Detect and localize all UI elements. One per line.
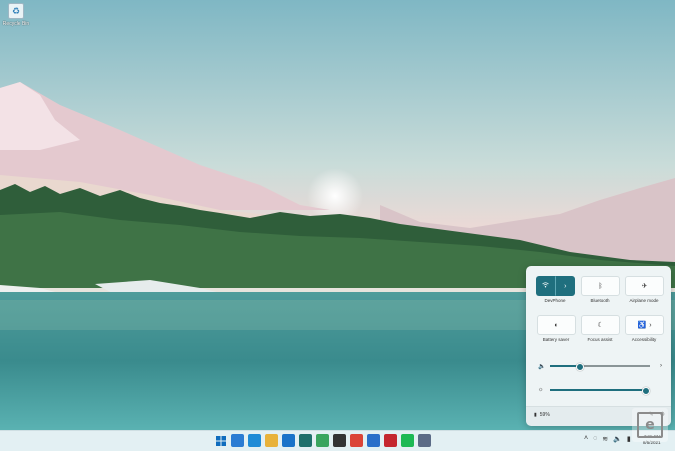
start-icon[interactable] [214, 434, 227, 447]
airplane-mode-tile-label: Airplane mode [629, 298, 659, 303]
battery-percent: 59% [539, 412, 550, 418]
bluetooth-icon: ᛒ [598, 282, 603, 290]
battery-saver-icon: ◐ [554, 321, 559, 329]
widgets-icon[interactable] [231, 434, 244, 447]
blue-app-icon[interactable] [367, 434, 380, 447]
volume-tray-icon[interactable]: 🔈 [613, 435, 622, 443]
teal-app-icon[interactable] [299, 434, 312, 447]
airplane-icon: ✈ [641, 283, 648, 290]
focus-assist-tile[interactable]: ☾ [581, 315, 620, 335]
brightness-slider-thumb[interactable] [642, 386, 650, 395]
wifi-expand-button[interactable]: › [555, 276, 575, 296]
settings-app-icon[interactable] [418, 434, 431, 447]
volume-slider-thumb[interactable] [576, 362, 584, 371]
edge-icon[interactable] [248, 434, 261, 447]
accessibility-tile[interactable]: ♿ › [625, 315, 664, 335]
wifi-tile[interactable]: › [536, 276, 575, 296]
logo-mark: e [637, 412, 663, 438]
wifi-tile-label: DevPhone [544, 298, 566, 303]
green-app-icon[interactable] [316, 434, 329, 447]
wifi-toggle[interactable] [536, 276, 556, 296]
speaker-icon: 🔈 [538, 363, 546, 370]
battery-tray-icon[interactable]: ▮ [627, 435, 631, 443]
wifi-icon [542, 282, 550, 290]
recycle-bin-label: Recycle Bin [2, 21, 30, 27]
bluetooth-tile-label: Bluetooth [590, 298, 610, 303]
moon-icon: ☾ [597, 322, 604, 329]
battery-icon: ▮ [534, 412, 537, 418]
taskbar-apps [214, 434, 431, 447]
recycle-bin-icon: ♻ [8, 3, 24, 19]
red-app-icon[interactable] [384, 434, 397, 447]
accessibility-tile-label: Accessibility [631, 337, 657, 342]
brightness-slider-fill [550, 389, 646, 391]
airplane-mode-tile[interactable]: ✈ [625, 276, 664, 296]
chevron-up-icon[interactable]: ˄ [584, 435, 588, 443]
focus-assist-tile-label: Focus assist [587, 337, 613, 342]
quick-settings-panel: › DevPhone ᛒ Bluetooth ✈ Airplane mode ◐… [526, 266, 671, 426]
spotify-icon[interactable] [401, 434, 414, 447]
battery-status[interactable]: ▮ 59% [534, 412, 550, 418]
store-icon[interactable] [333, 434, 346, 447]
brightness-icon: ☼ [538, 387, 544, 393]
chrome-icon[interactable] [350, 434, 363, 447]
wifi-tray-icon[interactable]: ≋ [602, 435, 608, 443]
accessibility-icon: ♿ [637, 322, 647, 329]
brightness-slider-row: ☼ [538, 385, 662, 395]
volume-slider-row: 🔈 › [538, 361, 662, 371]
recycle-bin-shortcut[interactable]: ♻ Recycle Bin [2, 3, 30, 27]
network-icon[interactable]: ◌ [593, 435, 597, 443]
file-explorer-icon[interactable] [265, 434, 278, 447]
bluetooth-tile[interactable]: ᛒ [581, 276, 620, 296]
chevron-right-icon: › [564, 282, 567, 290]
brightness-slider[interactable] [550, 386, 650, 395]
volume-slider[interactable] [550, 362, 650, 371]
audio-output-chevron-icon[interactable]: › [656, 363, 662, 369]
taskbar: ˄ ◌ ≋ 🔈 ▮ 7:05 PM 8/5/2021 [0, 430, 675, 451]
mail-icon[interactable] [282, 434, 295, 447]
battery-saver-tile[interactable]: ◐ [537, 315, 576, 335]
chevron-right-icon: › [649, 321, 652, 329]
battery-saver-tile-label: Battery saver [542, 337, 570, 342]
system-tray: ˄ ◌ ≋ 🔈 ▮ [584, 435, 631, 443]
logo-watermark: e [632, 408, 668, 442]
